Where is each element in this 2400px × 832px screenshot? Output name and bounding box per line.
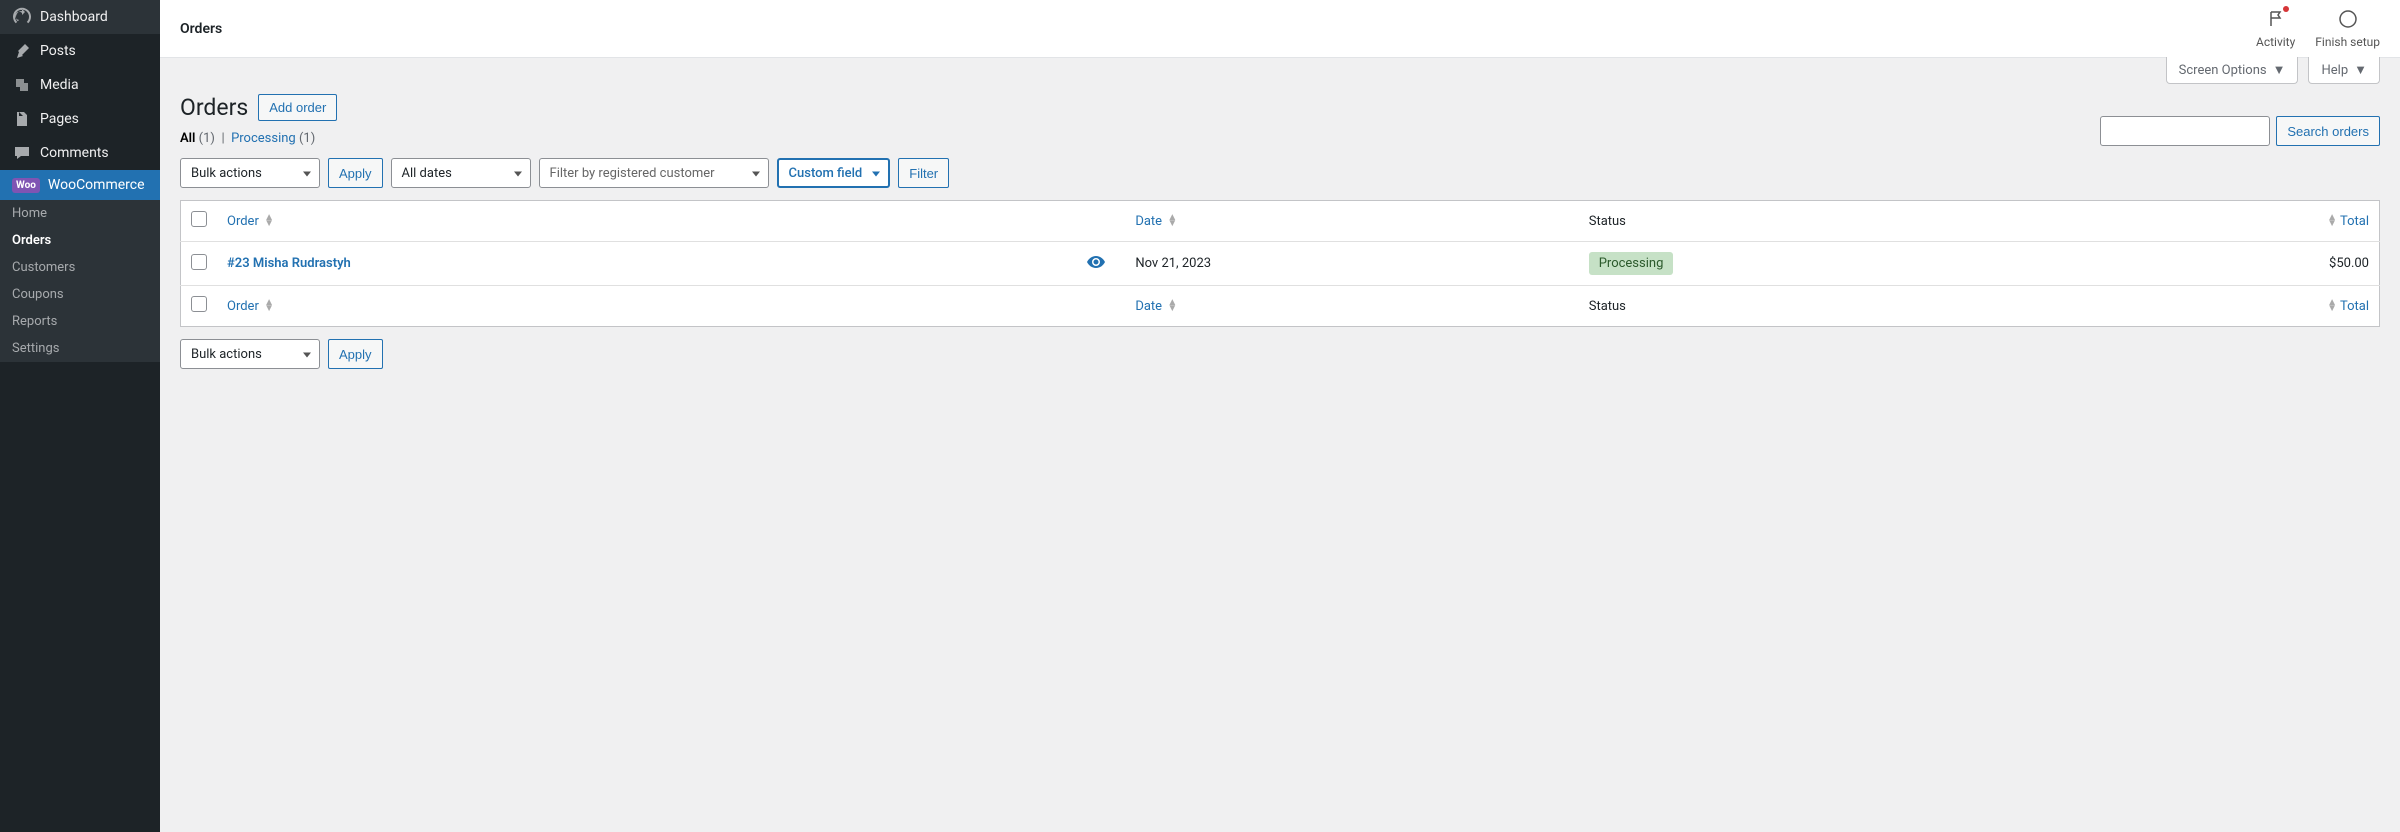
column-date-footer[interactable]: Date ▲▼ (1125, 286, 1578, 327)
woocommerce-submenu: Home Orders Customers Coupons Reports Se… (0, 200, 160, 362)
pages-icon (12, 109, 32, 129)
sort-icon: ▲▼ (264, 215, 274, 227)
sort-icon: ▲▼ (1167, 215, 1177, 227)
sidebar-label: Media (40, 77, 79, 93)
custom-field-select[interactable]: Custom field (777, 158, 891, 188)
chevron-down-icon: ▼ (2273, 62, 2286, 78)
activity-label: Activity (2256, 35, 2295, 49)
column-order-footer[interactable]: Order ▲▼ (217, 286, 898, 327)
orders-table: Order ▲▼ Date ▲▼ Status ▲▼ Total (180, 200, 2380, 327)
bulk-actions-select-bottom[interactable]: Bulk actions (180, 339, 320, 369)
status-badge: Processing (1589, 252, 1674, 275)
search-row: Search orders (180, 116, 2380, 146)
select-all-checkbox[interactable] (191, 211, 207, 227)
add-order-button[interactable]: Add order (258, 94, 337, 121)
select-all-checkbox-footer[interactable] (191, 296, 207, 312)
finish-setup-button[interactable]: Finish setup (2315, 9, 2380, 49)
apply-bulk-button-bottom[interactable]: Apply (328, 339, 383, 369)
topbar: Orders Activity Finish setup (160, 0, 2400, 58)
main-content: Orders Activity Finish setup Screen Opti… (160, 0, 2400, 832)
submenu-home[interactable]: Home (0, 200, 160, 227)
submenu-reports[interactable]: Reports (0, 308, 160, 335)
sort-icon: ▲▼ (2327, 215, 2337, 227)
column-status: Status (1579, 201, 2075, 242)
activity-button[interactable]: Activity (2256, 9, 2295, 49)
topbar-actions: Activity Finish setup (2256, 9, 2380, 49)
sort-icon: ▲▼ (264, 300, 274, 312)
tablenav-bottom: Bulk actions Apply (180, 339, 2380, 369)
screen-options-tab[interactable]: Screen Options ▼ (2166, 57, 2299, 84)
column-date[interactable]: Date ▲▼ (1125, 201, 1578, 242)
filter-all[interactable]: All (1) (180, 131, 218, 146)
dashboard-icon (12, 7, 32, 27)
search-input[interactable] (2100, 116, 2270, 146)
table-row: #23 Misha Rudrastyh Nov 21, 2023 Process… (181, 242, 2380, 286)
sidebar-label: Dashboard (40, 9, 108, 25)
preview-icon[interactable] (1087, 257, 1105, 272)
date-filter-select[interactable]: All dates (391, 158, 531, 188)
sidebar-label: Comments (40, 145, 109, 161)
topbar-title: Orders (180, 21, 222, 37)
sidebar-item-posts[interactable]: Posts (0, 34, 160, 68)
circle-icon (2338, 9, 2358, 32)
table-footer-row: Order ▲▼ Date ▲▼ Status ▲▼ Total (181, 286, 2380, 327)
chevron-down-icon: ▼ (2354, 62, 2367, 78)
sidebar-item-media[interactable]: Media (0, 68, 160, 102)
sidebar-item-dashboard[interactable]: Dashboard (0, 0, 160, 34)
column-total[interactable]: ▲▼ Total (2074, 201, 2379, 242)
sidebar-item-pages[interactable]: Pages (0, 102, 160, 136)
flag-icon (2266, 9, 2286, 32)
filter-processing[interactable]: Processing (1) (231, 131, 315, 146)
sort-icon: ▲▼ (1167, 300, 1177, 312)
submenu-coupons[interactable]: Coupons (0, 281, 160, 308)
sidebar-label: WooCommerce (48, 177, 145, 193)
sidebar-label: Pages (40, 111, 79, 127)
screen-meta: Screen Options ▼ Help ▼ (160, 57, 2400, 84)
filter-button[interactable]: Filter (898, 158, 949, 188)
sidebar-item-comments[interactable]: Comments (0, 136, 160, 170)
submenu-orders[interactable]: Orders (0, 227, 160, 254)
submenu-settings[interactable]: Settings (0, 335, 160, 362)
submenu-customers[interactable]: Customers (0, 254, 160, 281)
sidebar-item-woocommerce[interactable]: Woo WooCommerce (0, 170, 160, 200)
bulk-actions-select[interactable]: Bulk actions (180, 158, 320, 188)
order-link[interactable]: #23 Misha Rudrastyh (227, 256, 351, 271)
column-status-footer: Status (1579, 286, 2075, 327)
table-header-row: Order ▲▼ Date ▲▼ Status ▲▼ Total (181, 201, 2380, 242)
content-area: Orders Add order All (1) | Processing (1… (160, 84, 2400, 391)
comments-icon (12, 143, 32, 163)
row-checkbox[interactable] (191, 254, 207, 270)
column-order[interactable]: Order ▲▼ (217, 201, 898, 242)
sidebar-label: Posts (40, 43, 76, 59)
page-title: Orders (180, 94, 248, 121)
woocommerce-icon: Woo (12, 178, 40, 193)
order-date: Nov 21, 2023 (1125, 242, 1578, 286)
order-total: $50.00 (2074, 242, 2379, 286)
apply-bulk-button[interactable]: Apply (328, 158, 383, 188)
tablenav-top: Bulk actions Apply All dates Filter by r… (180, 158, 2380, 188)
help-tab[interactable]: Help ▼ (2308, 57, 2380, 84)
customer-filter-select[interactable]: Filter by registered customer (539, 158, 769, 188)
finish-setup-label: Finish setup (2315, 35, 2380, 49)
sort-icon: ▲▼ (2327, 300, 2337, 312)
pin-icon (12, 41, 32, 61)
admin-sidebar: Dashboard Posts Media Pages Comments Woo… (0, 0, 160, 832)
media-icon (12, 75, 32, 95)
search-orders-button[interactable]: Search orders (2276, 116, 2380, 146)
column-total-footer[interactable]: ▲▼ Total (2074, 286, 2379, 327)
notification-dot (2283, 6, 2289, 12)
